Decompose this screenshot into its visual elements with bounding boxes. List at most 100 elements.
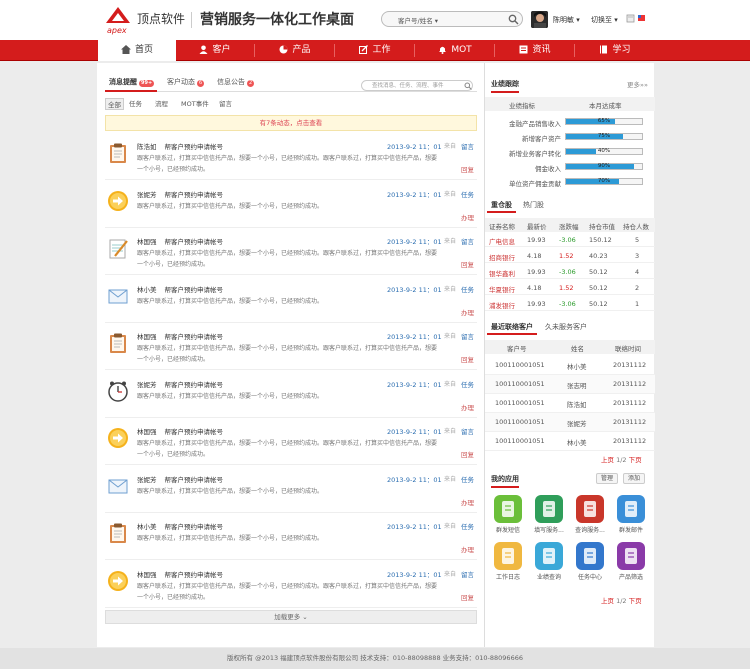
message-title: 林小美 帮客户预约申请帐号 xyxy=(137,521,223,531)
nav-work[interactable]: 工作 xyxy=(336,40,414,61)
more-link[interactable]: 更多»» xyxy=(627,79,648,89)
list-item[interactable]: 林国强 帮客户预约申请帐号 跟客户联系过，打算买中信信托产品，想要一个小号，已经预约… xyxy=(105,419,477,465)
filter-mot[interactable]: MOT事件 xyxy=(181,98,209,108)
message-action-link[interactable]: 回复 xyxy=(461,354,474,364)
app-tile[interactable]: 群发邮件 xyxy=(616,495,646,534)
load-more-button[interactable]: 加载更多 ⌄ xyxy=(105,610,477,624)
message-subject: 帮客户预约申请帐号 xyxy=(164,523,224,531)
active-tab-indicator xyxy=(105,90,157,92)
tab-announcements[interactable]: 信息公告 2 xyxy=(217,77,255,87)
manage-apps-button[interactable]: 管理 xyxy=(596,473,619,484)
list-item[interactable]: 陈浩如 帮客户预约申请帐号 跟客户联系过，打算买中信信托产品，想要一个小号，已经预约… xyxy=(105,134,477,180)
message-type-link[interactable]: 留言 xyxy=(461,331,474,341)
tab-messages[interactable]: 消息提醒 99+ xyxy=(109,77,155,87)
message-search-input[interactable]: 查找消息、任务、流程、事件 xyxy=(361,80,473,91)
nav-news[interactable]: 资讯 xyxy=(496,40,574,61)
list-item[interactable]: 林小美 帮客户预约申请帐号 跟客户联系过，打算买中信信托产品，想要一个小号，已经预约… xyxy=(105,514,477,560)
message-type-link[interactable]: 任务 xyxy=(461,189,474,199)
app-tile[interactable]: 产品筛选 xyxy=(616,542,646,581)
table-row[interactable]: 100110001051 张志明 20131112 xyxy=(485,375,655,394)
list-item[interactable]: 林国强 帮客户预约申请帐号 跟客户联系过，打算买中信信托产品，想要一个小号，已经预约… xyxy=(105,324,477,370)
nav-customer[interactable]: 客户 xyxy=(176,40,254,61)
list-item[interactable]: 林国强 帮客户预约申请帐号 跟客户联系过，打算买中信信托产品，想要一个小号，已经预约… xyxy=(105,562,477,608)
message-type-link[interactable]: 任务 xyxy=(461,379,474,389)
arrow-icon xyxy=(107,427,129,449)
table-row[interactable]: 100110001051 林小美 20131112 xyxy=(485,356,655,375)
table-row[interactable]: 银华鑫利 19.93 -3.06 50.12 4 xyxy=(485,265,655,279)
app-tile[interactable]: 查询服务... xyxy=(575,495,605,534)
list-item[interactable]: 林国强 帮客户预约申请帐号 跟客户联系过，打算买中信信托产品，想要一个小号，已经预约… xyxy=(105,229,477,275)
user-name-menu[interactable]: 陈明敏 ▾ xyxy=(553,15,580,25)
message-action-link[interactable]: 办理 xyxy=(461,402,474,412)
prev-page-button[interactable]: 上页 xyxy=(601,597,614,605)
message-action-link[interactable]: 回复 xyxy=(461,259,474,269)
app-tile[interactable]: 填写服务... xyxy=(534,495,564,534)
filter-comment[interactable]: 留言 xyxy=(219,98,232,108)
table-row[interactable]: 华夏银行 4.18 1.52 50.12 2 xyxy=(485,281,655,295)
prev-page-button[interactable]: 上页 xyxy=(601,456,614,464)
next-page-button[interactable]: 下页 xyxy=(629,597,642,605)
avatar[interactable] xyxy=(531,11,548,28)
tab-hot-stocks[interactable]: 热门股 xyxy=(519,199,548,211)
filter-task[interactable]: 任务 xyxy=(129,98,142,108)
table-row[interactable]: 招商银行 4.18 1.52 40.23 3 xyxy=(485,249,655,263)
tab-unserved-contacts[interactable]: 久未服务客户 xyxy=(541,321,591,333)
flag-icon[interactable] xyxy=(637,14,646,23)
app-tile[interactable]: 业绩查询 xyxy=(534,542,564,581)
add-app-button[interactable]: 添加 xyxy=(623,473,646,484)
message-action-link[interactable]: 回复 xyxy=(461,592,474,602)
nav-mot[interactable]: MOT xyxy=(416,40,494,61)
arrow-icon xyxy=(107,190,129,212)
message-icon[interactable] xyxy=(626,14,635,23)
brand-name: 顶点软件 xyxy=(137,12,186,26)
app-tile[interactable]: 群发短信 xyxy=(493,495,523,534)
list-item[interactable]: 张妮芳 帮客户预约申请帐号 跟客户联系过，打算买中信信托产品，想要一个小号，已经预约… xyxy=(105,182,477,228)
nav-home[interactable]: 首页 xyxy=(98,40,176,61)
message-type-link[interactable]: 任务 xyxy=(461,521,474,531)
message-action-link[interactable]: 办理 xyxy=(461,497,474,507)
message-type-link[interactable]: 任务 xyxy=(461,284,474,294)
message-type-link[interactable]: 留言 xyxy=(461,569,474,579)
message-type-link[interactable]: 留言 xyxy=(461,141,474,151)
tab-recent-contacts[interactable]: 最近联络客户 xyxy=(487,321,537,335)
message-type-link[interactable]: 留言 xyxy=(461,236,474,246)
search-icon[interactable] xyxy=(464,82,472,90)
stock-cell: 2 xyxy=(635,284,640,292)
user-icon xyxy=(199,45,208,54)
table-row[interactable]: 广电信息 19.93 -3.06 150.12 5 xyxy=(485,233,655,247)
table-row[interactable]: 100110001051 陈浩如 20131112 xyxy=(485,394,655,413)
nav-learn[interactable]: 学习 xyxy=(576,40,654,61)
tab-customer-activity[interactable]: 客户动态 6 xyxy=(167,77,205,87)
customer-search-input[interactable]: 客户号/姓名 ▾ xyxy=(381,11,523,27)
list-item[interactable]: 林小美 帮客户预约申请帐号 跟客户联系过，打算买中信信托产品，想要一个小号，已经预约… xyxy=(105,277,477,323)
search-icon[interactable] xyxy=(508,14,519,25)
message-type-link[interactable]: 任务 xyxy=(461,474,474,484)
contact-cell: 20131112 xyxy=(613,418,647,426)
table-row[interactable]: 100110001051 林小美 20131112 xyxy=(485,432,655,451)
filter-all[interactable]: 全部 xyxy=(105,98,124,110)
progress-bar: 90% xyxy=(565,163,643,170)
message-action-link[interactable]: 回复 xyxy=(461,449,474,459)
count-badge: 2 xyxy=(247,80,255,87)
switch-menu[interactable]: 切换至 ▾ xyxy=(591,15,618,25)
tab-heavy-stocks[interactable]: 重仓股 xyxy=(487,199,516,213)
clipboard-icon xyxy=(107,142,129,164)
message-action-link[interactable]: 办理 xyxy=(461,544,474,554)
next-page-button[interactable]: 下页 xyxy=(629,456,642,464)
app-tile[interactable]: 工作日志 xyxy=(493,542,523,581)
message-action-link[interactable]: 办理 xyxy=(461,307,474,317)
nav-product[interactable]: 产品 xyxy=(256,40,334,61)
message-source: 来自 xyxy=(444,428,457,435)
list-item[interactable]: 张妮芳 帮客户预约申请帐号 跟客户联系过，打算买中信信托产品，想要一个小号，已经预约… xyxy=(105,467,477,513)
message-action-link[interactable]: 回复 xyxy=(461,164,474,174)
table-row[interactable]: 100110001051 张妮芳 20131112 xyxy=(485,413,655,432)
new-activity-notice[interactable]: 有7条动态，点击查看 xyxy=(105,115,477,131)
message-type-link[interactable]: 留言 xyxy=(461,426,474,436)
list-item[interactable]: 张妮芳 帮客户预约申请帐号 跟客户联系过，打算买中信信托产品，想要一个小号，已经预约… xyxy=(105,372,477,418)
app-tile[interactable]: 任务中心 xyxy=(575,542,605,581)
table-row[interactable]: 浦发银行 19.93 -3.06 50.12 1 xyxy=(485,297,655,311)
message-title: 林国强 帮客户预约申请帐号 xyxy=(137,236,223,246)
search-type-select[interactable]: 客户号/姓名 ▾ xyxy=(398,15,438,25)
message-action-link[interactable]: 办理 xyxy=(461,212,474,222)
filter-process[interactable]: 流程 xyxy=(155,98,168,108)
